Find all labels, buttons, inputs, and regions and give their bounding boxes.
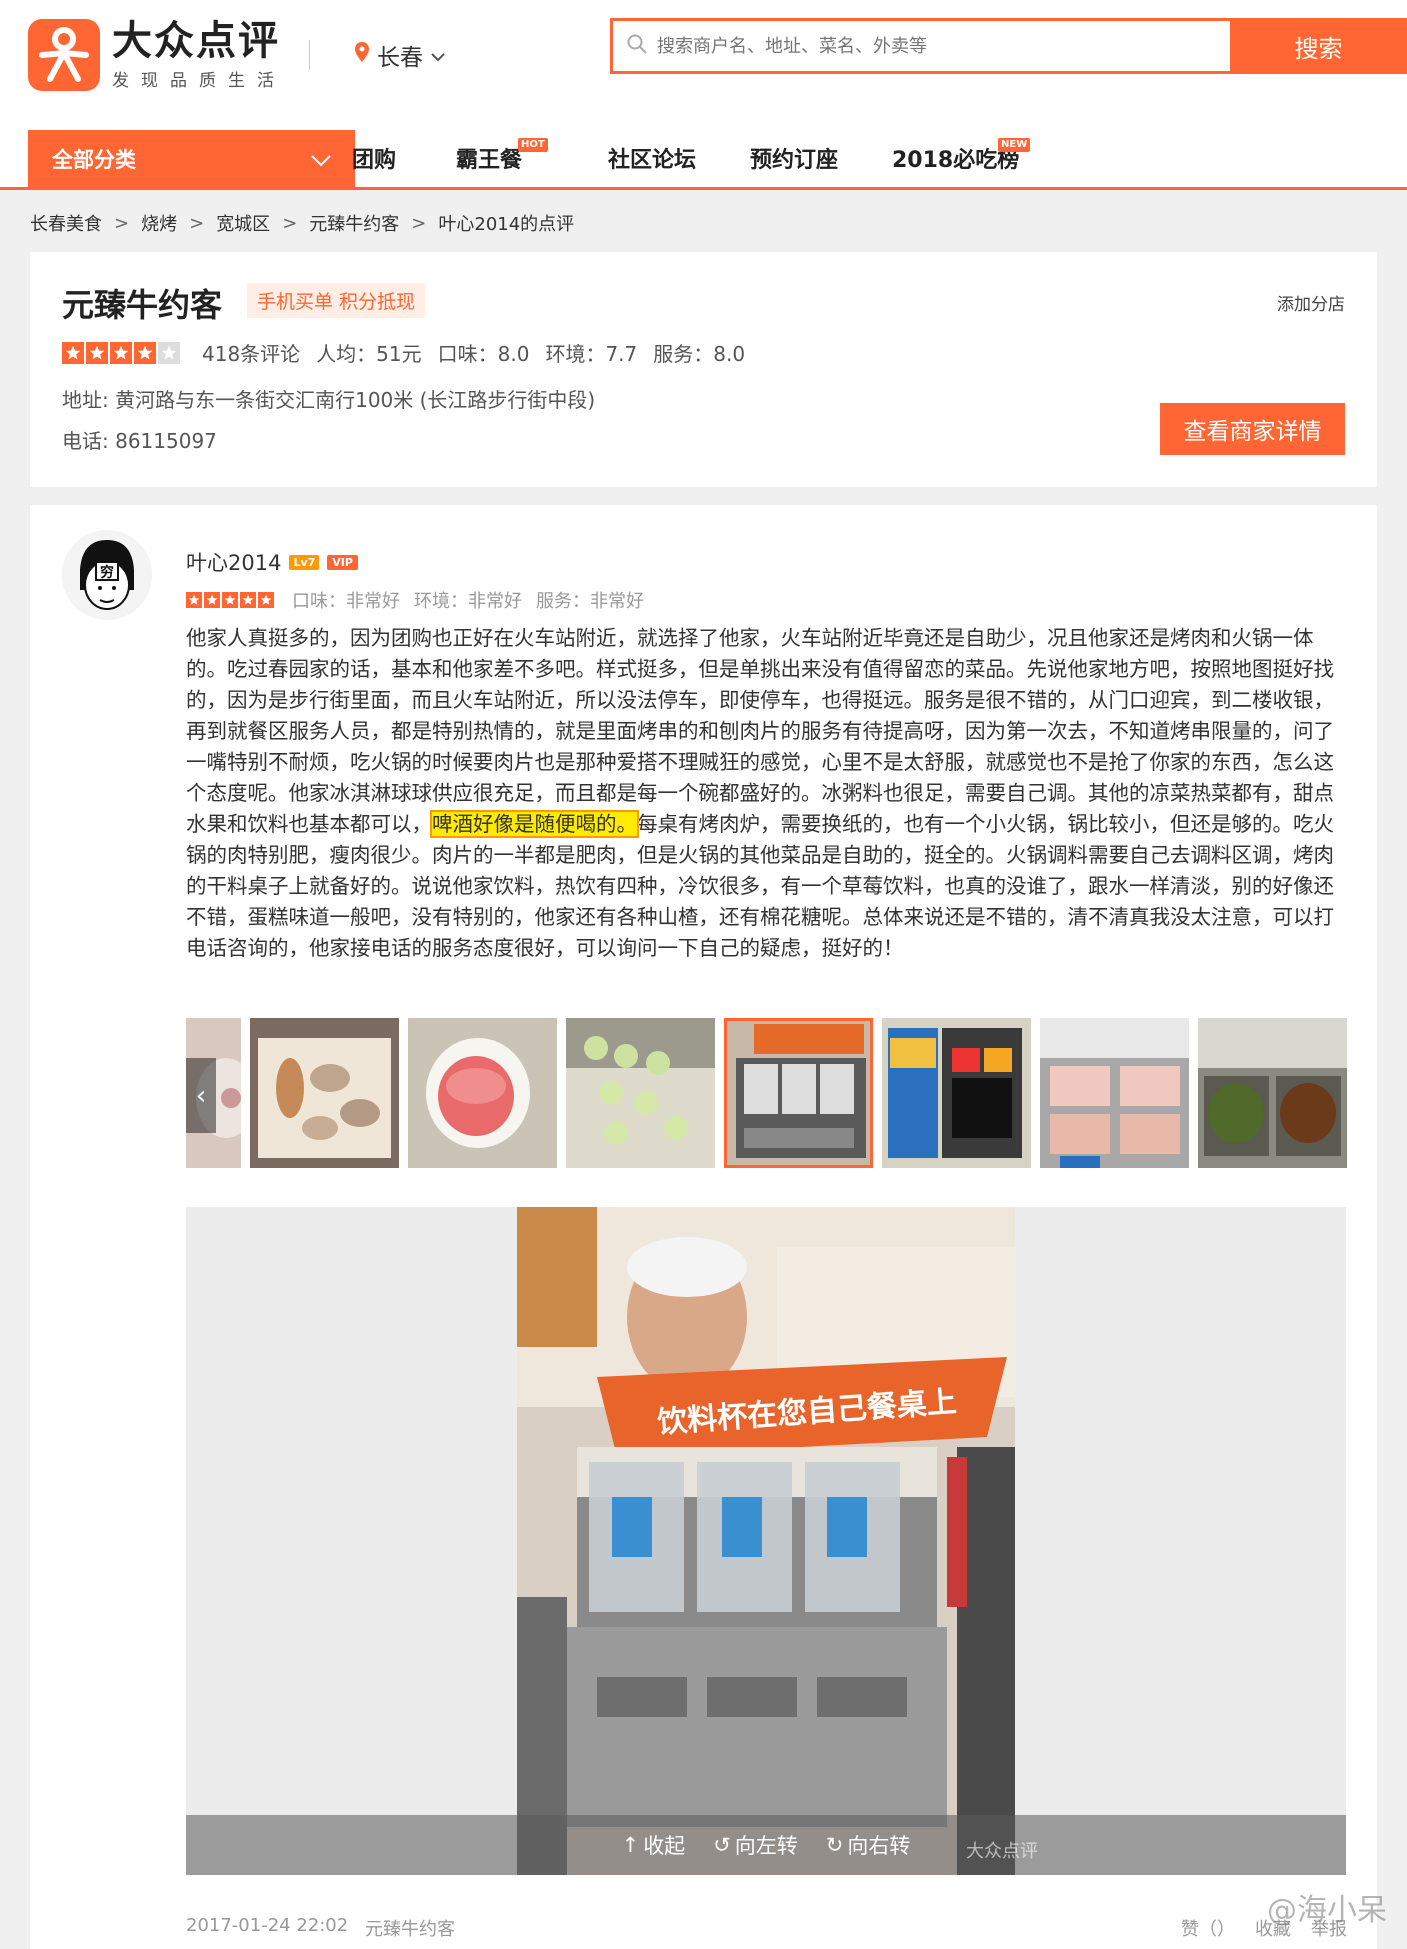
level-badge: Lv7 bbox=[289, 554, 320, 570]
dianping-watermark: 大众点评 bbox=[966, 1841, 1038, 1862]
photo-thumbnail-active[interactable] bbox=[724, 1018, 873, 1168]
collapse-button[interactable]: ↑ 收起 bbox=[622, 1830, 686, 1860]
nav-item-must-eat[interactable]: 2018必吃榜 NEW bbox=[892, 138, 1031, 174]
taste-score: 口味：8.0 bbox=[437, 342, 530, 366]
reviewer-name[interactable]: 叶心2014 bbox=[186, 547, 281, 577]
logo[interactable]: 大众点评 发现品质生活 bbox=[28, 18, 286, 91]
logo-title: 大众点评 bbox=[112, 18, 280, 64]
search-input[interactable] bbox=[657, 35, 1177, 57]
service-rating: 服务：非常好 bbox=[536, 591, 644, 612]
logo-subtitle: 发现品质生活 bbox=[112, 71, 286, 91]
highlighted-text: 啤酒好像是随便喝的。 bbox=[430, 810, 639, 838]
top-header: 大众点评 发现品质生活 长春 搜索 全部分类 团购 霸王餐HOT 社 bbox=[0, 0, 1407, 190]
shop-card: 元臻牛约客 手机买单 积分抵现 添加分店 418条评论 人均：51元 口味：8.… bbox=[30, 252, 1377, 487]
divider bbox=[309, 40, 310, 70]
chevron-down-icon bbox=[431, 42, 445, 68]
shop-phone: 电话: 86115097 bbox=[62, 429, 217, 453]
view-shop-details-button[interactable]: 查看商家详情 bbox=[1160, 403, 1345, 455]
breadcrumb: 长春美食 > 烧烤 > 宽城区 > 元臻牛约客 > 叶心2014的点评 bbox=[30, 210, 574, 236]
search-bar: 搜索 bbox=[610, 18, 1407, 74]
reviewer: 叶心2014 Lv7 VIP bbox=[186, 547, 358, 577]
add-branch-link[interactable]: 添加分店 bbox=[1277, 290, 1345, 315]
photo-viewer-toolbar: ↑ 收起 ↺ 向左转 ↻ 向右转 大众点评 bbox=[186, 1815, 1346, 1875]
review-date: 2017-01-24 22:02 bbox=[186, 1915, 349, 1936]
service-score: 服务：8.0 bbox=[653, 342, 746, 366]
all-categories-button[interactable]: 全部分类 bbox=[28, 130, 355, 187]
star-icon bbox=[62, 341, 84, 364]
star-icon bbox=[240, 592, 256, 608]
search-box[interactable] bbox=[610, 18, 1230, 74]
review-ratings: 口味：非常好 环境：非常好 服务：非常好 bbox=[186, 587, 644, 613]
star-icon bbox=[204, 592, 220, 608]
rotate-left-button[interactable]: ↺ 向左转 bbox=[713, 1830, 798, 1860]
arrow-up-icon: ↑ bbox=[621, 1833, 640, 1857]
star-icon bbox=[134, 341, 156, 364]
avg-price: 人均：51元 bbox=[316, 342, 422, 366]
city-name: 长春 bbox=[377, 45, 423, 71]
search-button[interactable]: 搜索 bbox=[1230, 18, 1407, 74]
star-icon bbox=[110, 341, 132, 364]
breadcrumb-current: 叶心2014的点评 bbox=[438, 214, 575, 235]
review-card: 穷 叶心2014 Lv7 VIP 口味：非常好 环境：非常好 服务：非常好 他家… bbox=[30, 505, 1377, 1949]
nav-item-groupbuy[interactable]: 团购 bbox=[352, 142, 396, 174]
review-text: 他家人真挺多的，因为团购也正好在火车站附近，就选择了他家，火车站附近毕竟还是自助… bbox=[186, 626, 1334, 960]
like-button[interactable]: 赞（） bbox=[1181, 1915, 1235, 1941]
photo-large[interactable]: 饮料杯在您自己餐桌上 bbox=[517, 1207, 1015, 1875]
shop-stats: 418条评论 人均：51元 口味：8.0 环境：7.7 服务：8.0 bbox=[62, 338, 745, 367]
search-icon bbox=[627, 34, 647, 58]
nav-item-free-meal[interactable]: 霸王餐 HOT bbox=[456, 138, 548, 174]
shop-name[interactable]: 元臻牛约客 bbox=[62, 280, 222, 326]
star-icon bbox=[86, 341, 108, 364]
taste-rating: 口味：非常好 bbox=[292, 591, 400, 612]
avatar[interactable]: 穷 bbox=[62, 530, 152, 620]
photo-thumbnail[interactable] bbox=[1040, 1018, 1189, 1168]
environment-score: 环境：7.7 bbox=[545, 342, 638, 366]
shop-rating-stars bbox=[62, 341, 182, 364]
breadcrumb-item[interactable]: 长春美食 bbox=[30, 210, 102, 236]
main-nav: 全部分类 团购 霸王餐 HOT 社区论坛 预约订座 2018必吃榜 NEW bbox=[0, 130, 1407, 190]
nav-item-forum[interactable]: 社区论坛 bbox=[608, 142, 696, 174]
review-shop-link[interactable]: 元臻牛约客 bbox=[365, 1915, 455, 1941]
breadcrumb-item[interactable]: 宽城区 bbox=[216, 210, 270, 236]
promo-badge: 手机买单 积分抵现 bbox=[247, 283, 426, 318]
star-icon bbox=[222, 592, 238, 608]
photo-thumbnail[interactable] bbox=[408, 1018, 557, 1168]
star-icon bbox=[186, 592, 202, 608]
photo-thumbnails: ‹ bbox=[186, 1018, 1347, 1168]
photo-viewer: 饮料杯在您自己餐桌上 ↑ 收起 ↺ 向左转 ↻ 向右转 大众点评 bbox=[186, 1207, 1346, 1875]
rotate-right-button[interactable]: ↻ 向右转 bbox=[826, 1830, 911, 1860]
photo-thumbnail[interactable] bbox=[1198, 1018, 1347, 1168]
city-selector[interactable]: 长春 bbox=[355, 38, 445, 72]
photo-thumbnail[interactable] bbox=[250, 1018, 399, 1168]
star-icon bbox=[158, 341, 180, 364]
nav-underline bbox=[0, 187, 1407, 190]
new-badge: NEW bbox=[998, 138, 1031, 152]
vip-badge: VIP bbox=[327, 554, 358, 570]
review-rating-stars bbox=[186, 592, 276, 608]
logo-icon bbox=[28, 18, 100, 91]
weibo-watermark: @海小呆 bbox=[1267, 1893, 1387, 1928]
breadcrumb-item[interactable]: 元臻牛约客 bbox=[309, 210, 399, 236]
all-categories-label: 全部分类 bbox=[52, 147, 136, 172]
location-pin-icon bbox=[355, 42, 369, 68]
nav-item-reservation[interactable]: 预约订座 bbox=[750, 142, 838, 174]
star-icon bbox=[258, 592, 274, 608]
review-count[interactable]: 418条评论 bbox=[202, 338, 300, 367]
rotate-left-icon: ↺ bbox=[713, 1833, 731, 1857]
rotate-right-icon: ↻ bbox=[825, 1833, 844, 1857]
photo-thumbnail[interactable] bbox=[882, 1018, 1031, 1168]
photo-thumbnail[interactable] bbox=[566, 1018, 715, 1168]
chevron-down-icon bbox=[311, 148, 331, 172]
hot-badge: HOT bbox=[518, 138, 548, 152]
shop-address: 地址: 黄河路与东一条街交汇南行100米 (长江路步行街中段) bbox=[62, 388, 596, 412]
svg-text:穷: 穷 bbox=[100, 564, 114, 581]
chevron-left-icon[interactable]: ‹ bbox=[186, 1058, 216, 1133]
environment-rating: 环境：非常好 bbox=[414, 591, 522, 612]
breadcrumb-item[interactable]: 烧烤 bbox=[141, 210, 177, 236]
